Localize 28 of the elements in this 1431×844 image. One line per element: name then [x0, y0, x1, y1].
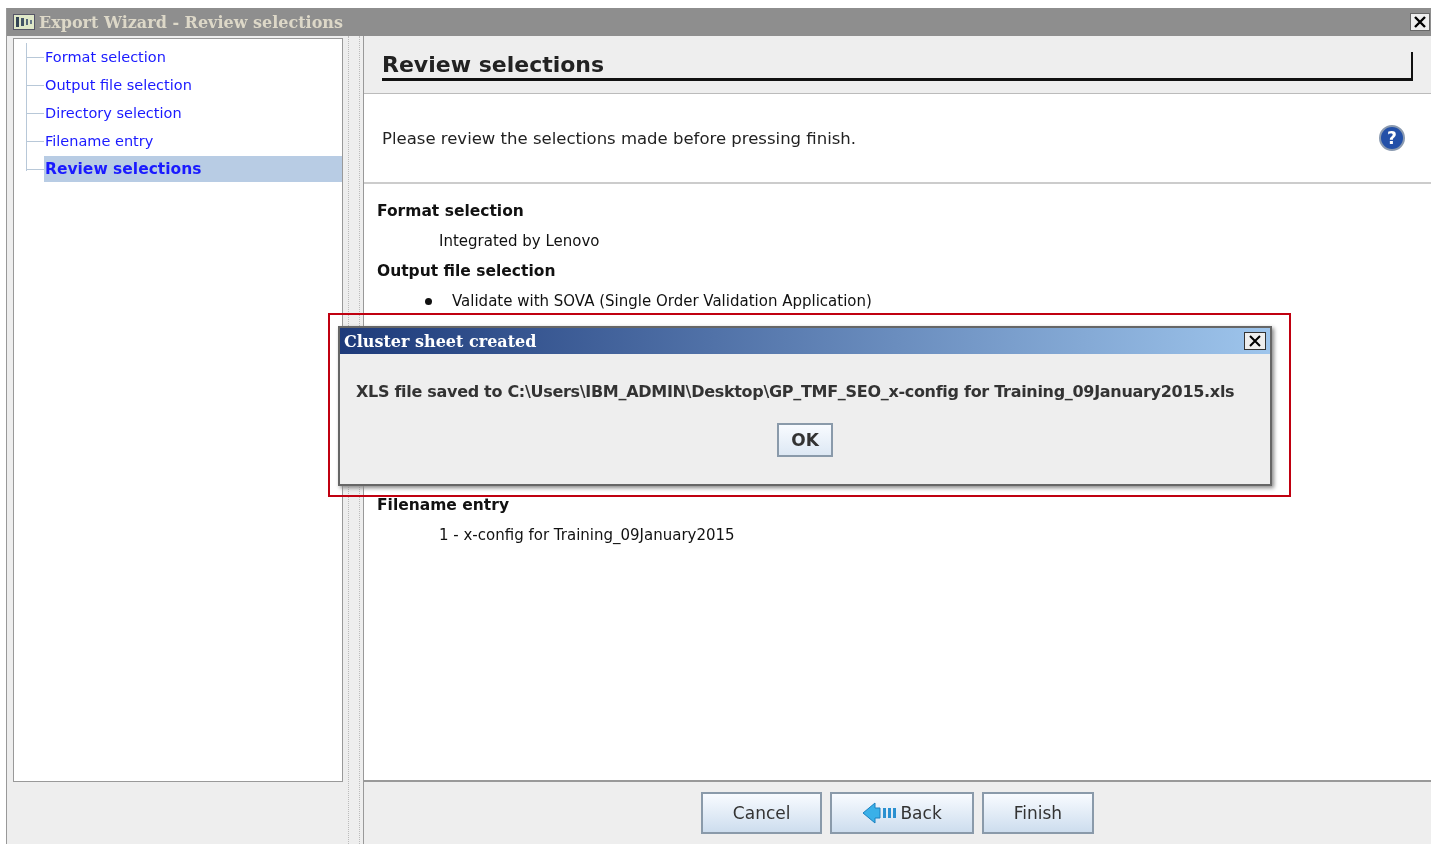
- section-value: 1 - x-config for Training_09January2015: [439, 526, 735, 544]
- tree-item[interactable]: Filename entry: [44, 129, 342, 153]
- tree-item[interactable]: Directory selection: [44, 101, 342, 125]
- wizard-button[interactable]: Cancel: [700, 792, 823, 834]
- section-heading: Output file selection: [377, 262, 557, 280]
- close-icon: [1249, 335, 1261, 347]
- app-icon: [13, 14, 35, 30]
- back-button[interactable]: Back: [830, 792, 974, 834]
- tree-item[interactable]: Output file selection: [44, 73, 342, 97]
- help-icon[interactable]: ?: [1379, 125, 1405, 151]
- window-title: Export Wizard - Review selections: [39, 12, 344, 32]
- ok-button[interactable]: OK: [777, 423, 833, 457]
- tree-item[interactable]: Format selection: [44, 45, 342, 69]
- section-value: Integrated by Lenovo: [439, 232, 600, 250]
- tree-item[interactable]: Review selections: [44, 156, 342, 182]
- close-icon: [1414, 16, 1426, 28]
- close-button[interactable]: [1410, 13, 1430, 31]
- section-heading: Format selection: [377, 202, 525, 220]
- dialog-title: Cluster sheet created: [344, 331, 537, 351]
- bullet-icon: [425, 297, 432, 305]
- page-title: Review selections: [382, 52, 1413, 81]
- wizard-button[interactable]: Finish: [981, 792, 1095, 834]
- description-text: Please review the selections made before pressing finish.: [382, 128, 857, 148]
- left-arrow-icon: [862, 802, 897, 824]
- close-button[interactable]: [1244, 332, 1266, 350]
- section-heading: Filename entry: [377, 496, 510, 514]
- section-value: Validate with SOVA (Single Order Validation Application): [452, 292, 872, 310]
- dialog-message: XLS file saved to C:\Users\IBM_ADMIN\Desktop\GP_TMF_SEO_x-config for Training_09January2015.xls: [356, 382, 1236, 401]
